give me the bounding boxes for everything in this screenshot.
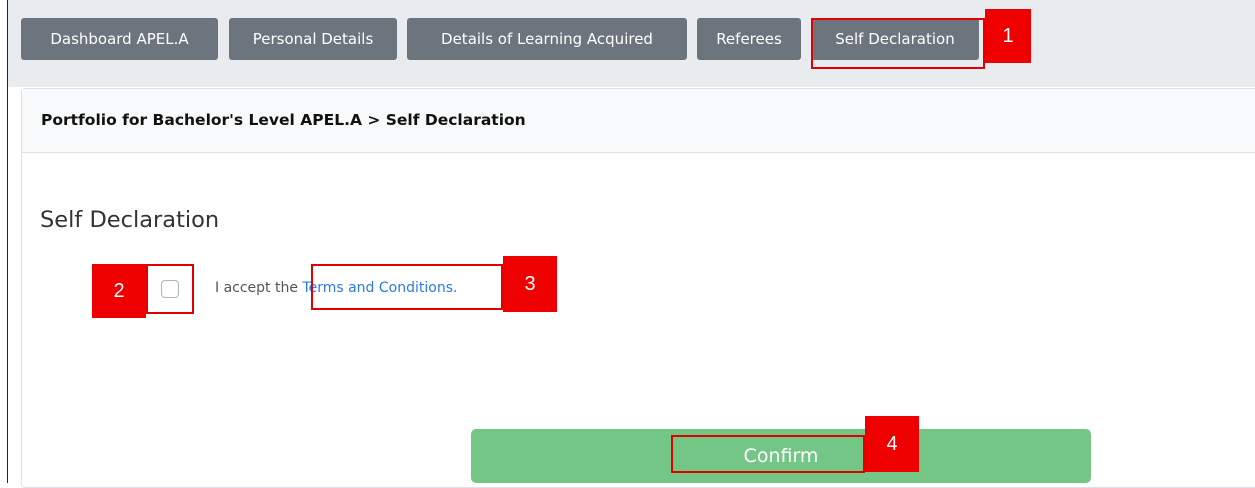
annotation-marker-2: 2 (92, 264, 146, 318)
annotation-box-3 (311, 264, 503, 310)
annotation-box-1 (811, 18, 985, 69)
section-title: Self Declaration (40, 207, 220, 233)
terms-prefix: I accept the (215, 280, 303, 296)
tab-personal-details[interactable]: Personal Details (229, 18, 397, 60)
annotation-marker-3: 3 (503, 256, 557, 312)
portfolio-card: Portfolio for Bachelor's Level APEL.A > … (21, 88, 1255, 488)
annotation-marker-1: 1 (985, 9, 1031, 63)
annotation-marker-4: 4 (865, 416, 919, 472)
tab-referees[interactable]: Referees (697, 18, 801, 60)
annotation-box-4 (671, 435, 865, 473)
tab-dashboard[interactable]: Dashboard APEL.A (21, 18, 218, 60)
annotation-box-2 (146, 264, 194, 314)
breadcrumb: Portfolio for Bachelor's Level APEL.A > … (41, 111, 526, 129)
tab-details-of-learning[interactable]: Details of Learning Acquired (407, 18, 687, 60)
card-header: Portfolio for Bachelor's Level APEL.A > … (22, 89, 1255, 153)
